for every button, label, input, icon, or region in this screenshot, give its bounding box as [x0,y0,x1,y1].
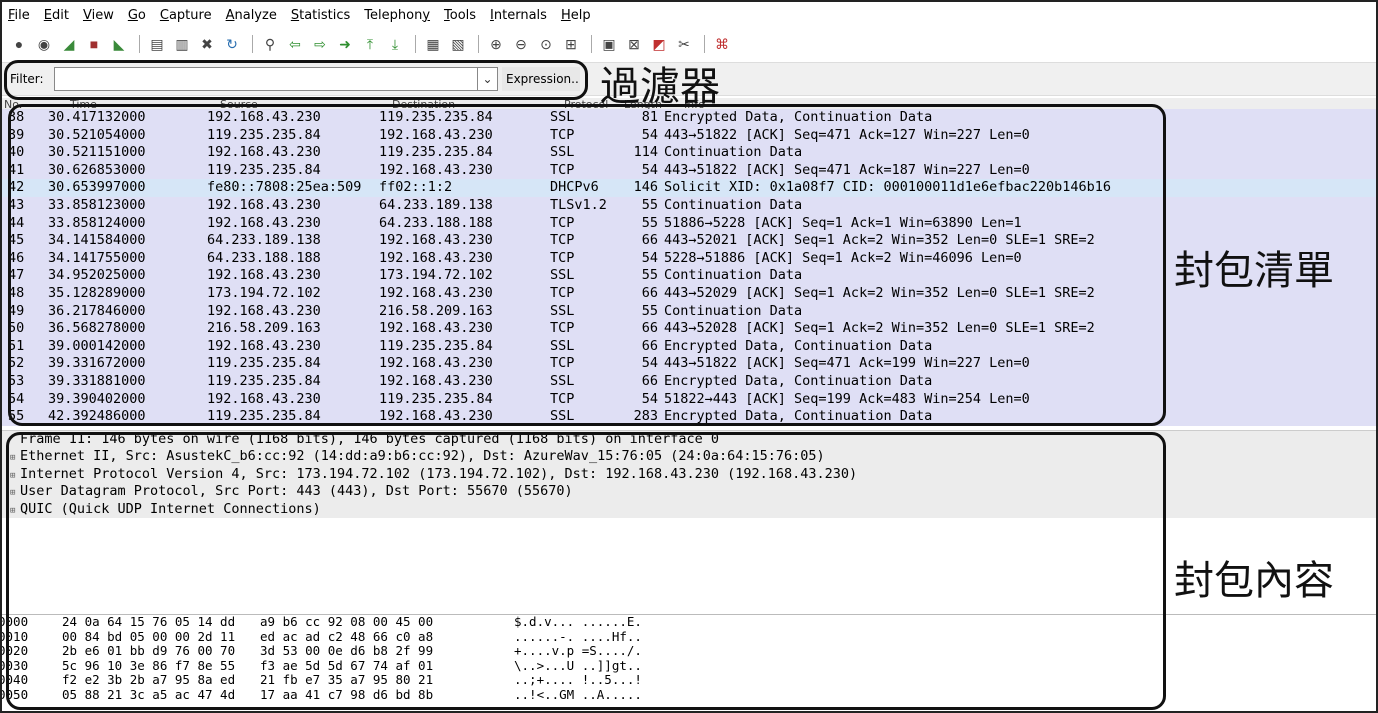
last-packet-icon[interactable]: ⤓ [384,33,406,55]
interfaces-icon[interactable]: ● [8,33,30,55]
menu-item-text: apture [168,7,212,23]
menu-item[interactable]: Help [561,8,591,23]
menu-item[interactable]: Telephony [364,8,430,23]
zoom-out-icon[interactable]: ⊖ [510,33,532,55]
menu-item-text: tatistics [299,7,351,23]
go-to-packet-icon[interactable]: ➜ [334,33,356,55]
display-filters-icon[interactable]: ⊠ [623,33,645,55]
toolbar-separator [478,35,479,53]
toolbar-separator [415,35,416,53]
menu-item-text: iew [91,7,114,23]
menu-item[interactable]: Go [128,8,146,23]
toolbar-separator [704,35,705,53]
reload-icon[interactable]: ↻ [221,33,243,55]
open-file-icon[interactable]: ▤ [146,33,168,55]
menu-item-text: elp [570,7,591,23]
menu-item-accelerator: E [43,7,52,23]
packet-details-callout-label: 封包內容 [1174,558,1334,604]
menu-item-text: ools [449,7,477,23]
menu-item[interactable]: Capture [160,8,212,23]
packet-list-callout-box [8,104,1166,426]
stop-capture-icon[interactable]: ■ [83,33,105,55]
menu-item[interactable]: Statistics [291,8,350,23]
zoom-normal-icon[interactable]: ⊙ [535,33,557,55]
menu-item-accelerator: S [290,7,300,23]
menu-item-accelerator: G [127,7,138,23]
toolbar-separator [591,35,592,53]
menu-item[interactable]: View [83,8,114,23]
preferences-icon[interactable]: ✂ [673,33,695,55]
close-file-icon[interactable]: ✖ [196,33,218,55]
menu-item-text: nalyze [234,7,277,23]
zoom-in-icon[interactable]: ⊕ [485,33,507,55]
auto-scroll-icon[interactable]: ▧ [447,33,469,55]
start-capture-icon[interactable]: ◢ [58,33,80,55]
save-file-icon[interactable]: ▥ [171,33,193,55]
menu-item-accelerator: y [422,7,431,23]
help-icon[interactable]: ⌘ [711,33,733,55]
menu-item-text: dit [52,7,69,23]
packet-details-callout-box [6,432,1166,710]
capture-filters-icon[interactable]: ▣ [598,33,620,55]
coloring-rules-icon[interactable]: ◩ [648,33,670,55]
filter-callout-box [4,60,588,100]
colorize-icon[interactable]: ▦ [422,33,444,55]
menu-item-accelerator: C [159,7,169,23]
menu-bar: File Edit View Go Capture Analyze Statistics Te… [2,2,1376,28]
menu-item-accelerator: V [82,7,92,23]
go-back-icon[interactable]: ⇦ [284,33,306,55]
menu-item[interactable]: Internals [490,8,547,23]
resize-columns-icon[interactable]: ⊞ [560,33,582,55]
options-icon[interactable]: ◉ [33,33,55,55]
packet-list-callout-label: 封包清單 [1174,248,1334,294]
menu-item[interactable]: File [8,8,30,23]
restart-capture-icon[interactable]: ◣ [108,33,130,55]
menu-item-text: Telephon [364,7,423,23]
find-packet-icon[interactable]: ⚲ [259,33,281,55]
toolbar-separator [139,35,140,53]
menu-item-accelerator: H [560,7,571,23]
wireshark-window: File Edit View Go Capture Analyze Statistics Te… [0,0,1378,713]
menu-item-text: ile [14,7,30,23]
menu-item-text: nternals [493,7,547,23]
menu-item-text: o [137,7,146,23]
menu-item[interactable]: Tools [444,8,476,23]
menu-item[interactable]: Edit [44,8,69,23]
menu-item[interactable]: Analyze [226,8,277,23]
first-packet-icon[interactable]: ⤒ [359,33,381,55]
toolbar-separator [252,35,253,53]
go-forward-icon[interactable]: ⇨ [309,33,331,55]
